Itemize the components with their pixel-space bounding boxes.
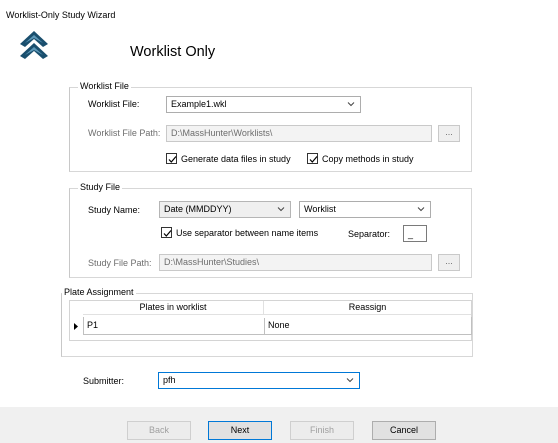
cancel-button[interactable]: Cancel [372,421,436,440]
worklist-file-path-field[interactable]: D:\MassHunter\Worklists\ [166,125,432,142]
finish-button[interactable]: Finish [290,421,354,440]
reassign-cell[interactable]: None [264,318,472,334]
next-button[interactable]: Next [208,421,272,440]
study-file-legend: Study File [78,182,123,192]
use-separator-label: Use separator between name items [176,227,319,238]
worklist-file-legend: Worklist File [78,81,131,91]
plate-assignment-legend: Plate Assignment [62,287,136,297]
generate-data-files-label: Generate data files in study [181,153,291,164]
generate-data-files-checkbox[interactable]: Generate data files in study [166,153,291,164]
column-header-plates[interactable]: Plates in worklist [83,301,263,315]
use-separator-checkbox[interactable]: Use separator between name items [161,227,318,238]
submitter-label: Submitter: [83,376,125,386]
back-button[interactable]: Back [127,421,191,440]
worklist-browse-button[interactable]: ... [438,125,460,142]
chevron-down-icon [417,205,425,213]
submitter-value: pfh [163,375,176,385]
separator-label: Separator: [348,229,391,239]
worklist-file-value: Example1.wkl [171,99,227,109]
copy-methods-checkbox[interactable]: Copy methods in study [307,153,414,164]
wizard-heading: Worklist Only [130,44,216,60]
study-name-format-value: Date (MMDDYY) [164,204,232,214]
check-icon [307,153,318,164]
column-header-reassign[interactable]: Reassign [263,301,471,315]
table-row[interactable]: P1 None [83,317,472,335]
check-icon [161,227,172,238]
double-chevron-up-icon [19,29,49,63]
plate-cell[interactable]: P1 [84,318,264,334]
study-name-suffix-dropdown[interactable]: Worklist [299,201,431,218]
separator-input[interactable]: _ [403,225,427,242]
study-file-path-label: Study File Path: [88,258,152,268]
plate-assignment-table: Plates in worklist Reassign P1 None [69,300,472,341]
worklist-file-label: Worklist File: [88,99,140,109]
study-name-suffix-value: Worklist [304,204,336,214]
button-bar [0,407,558,443]
window-title: Worklist-Only Study Wizard [6,10,116,20]
chevron-down-icon [277,205,285,213]
study-file-path-field[interactable]: D:\MassHunter\Studies\ [159,254,432,271]
chevron-down-icon [346,376,354,384]
study-browse-button[interactable]: ... [438,254,460,271]
study-name-label: Study Name: [88,205,141,215]
study-name-format-dropdown[interactable]: Date (MMDDYY) [159,201,291,218]
check-icon [166,153,177,164]
worklist-file-dropdown[interactable]: Example1.wkl [166,96,361,113]
copy-methods-label: Copy methods in study [322,153,414,164]
chevron-down-icon [347,100,355,108]
submitter-dropdown[interactable]: pfh [158,372,360,389]
worklist-file-path-label: Worklist File Path: [88,128,161,138]
row-selector-icon[interactable] [70,317,83,335]
